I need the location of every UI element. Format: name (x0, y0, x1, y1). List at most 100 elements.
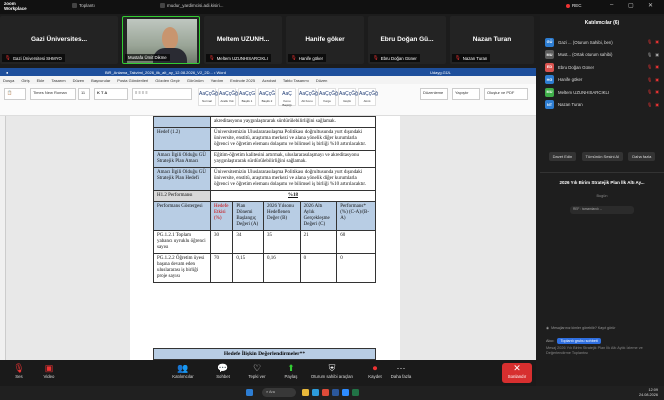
style-heading-1[interactable]: AaÇçG Başlık 1 (238, 88, 256, 106)
style-no-spacing[interactable]: AaÇçĞğ Aralık Yok (218, 88, 238, 106)
zoom-icon[interactable] (342, 389, 349, 396)
paste-button[interactable]: 📋 (4, 88, 26, 100)
video-icon[interactable]: ▣ (655, 52, 659, 57)
mic-off-icon[interactable]: 🎙 (647, 77, 652, 82)
chat-file-attachment[interactable]: REF : tamamlandı ... (570, 206, 634, 214)
video-tile[interactable]: Hanife göker 🎙 Hanife göker (286, 16, 364, 64)
document-area[interactable]: akreditasyonu yaygınlaştırarak sürdürüle… (0, 116, 536, 360)
participant-item[interactable]: ED Ebru Doğan Güner 🎙 ▣ (540, 61, 664, 74)
participant-item[interactable]: HG Hanife göker 🎙 ▣ (540, 74, 664, 87)
menu-item[interactable]: Ekle (37, 78, 45, 83)
people-icon: 👥 (177, 363, 189, 373)
menu-item[interactable]: Tablo Tasarımı (283, 78, 309, 83)
maximize-icon[interactable]: ▢ (628, 2, 634, 9)
edge-icon[interactable] (312, 389, 319, 396)
phone-hangup-icon: ✕ (513, 363, 521, 373)
more-button[interactable]: ··· Daha fazla (384, 363, 418, 379)
meeting-tab[interactable]: Toplantı (72, 3, 95, 8)
more-button[interactable]: Daha fazla (628, 152, 656, 161)
video-tile[interactable]: Ebru Doğan Gü... 🎙 Ebru Doğan Güner (368, 16, 446, 64)
video-off-icon[interactable]: ▣ (655, 39, 659, 44)
participant-item[interactable]: NT Nazan Turan 🎙 ▣ (540, 99, 664, 112)
mic-off-icon[interactable]: 🎙 (647, 89, 652, 94)
participants-button[interactable]: 👥 Katılımcılar (166, 363, 200, 379)
menu-item[interactable]: Acrobat (262, 78, 276, 83)
chat-visibility-note[interactable]: ◉ Mesajlarınız kimler görebilir? Kayıt gö… (546, 326, 658, 330)
file-explorer-icon[interactable] (302, 389, 309, 396)
participant-item[interactable]: MU Meltem UZUNHISARCIKLI 🎙 ▣ (540, 86, 664, 99)
video-off-icon[interactable]: ▣ (655, 89, 659, 94)
video-off-icon[interactable]: ▣ (655, 77, 659, 82)
minimize-icon[interactable]: – (610, 2, 613, 8)
taskbar-search[interactable]: ⌕ Ara (262, 388, 296, 397)
excel-icon[interactable] (352, 389, 359, 396)
mic-off-icon[interactable]: 🎙 (647, 39, 652, 44)
video-off-icon[interactable]: ▣ (655, 102, 659, 107)
document-page[interactable]: akreditasyonu yaygınlaştırarak sürdürüle… (130, 116, 400, 360)
style-strong[interactable]: AaÇçĞğ Güçlü (338, 88, 358, 106)
menu-item[interactable]: Görünüm (187, 78, 204, 83)
menu-item[interactable]: Düzen (316, 78, 328, 83)
windows-start-icon[interactable] (246, 389, 253, 396)
browser-tab[interactable]: mudur_yardimcisi.adi.kisiri... (160, 3, 224, 8)
participant-item[interactable]: GÜ Gazi ... (Oturum Sahibi, ben) 🎙 ▣ (540, 36, 664, 49)
mic-icon[interactable]: 🎙 (647, 52, 652, 57)
format-buttons[interactable]: K T A (94, 88, 128, 100)
style-heading-2[interactable]: AaÇçĞ Başlık 2 (258, 88, 276, 106)
system-clock[interactable]: 12:09 24.08.2026 (639, 388, 658, 397)
video-button[interactable]: ▣ Video (32, 363, 66, 379)
menu-item[interactable]: Tasarım (51, 78, 65, 83)
host-tools-button[interactable]: ⛨ Oturum sahibi araçları (302, 363, 362, 379)
video-tile[interactable]: Meltem UZUNH... 🎙 Meltem UZUNHISARCIKLI (204, 16, 282, 64)
participant-list: GÜ Gazi ... (Oturum Sahibi, ben) 🎙 ▣ MU M… (540, 36, 664, 111)
recipient-select[interactable]: Toplantı grubu sohbeti (557, 338, 601, 344)
react-button[interactable]: ♡ Tepki ver (240, 363, 274, 379)
chat-date: Bugün (596, 194, 608, 198)
end-meeting-button[interactable]: ✕ Sonlandır (502, 363, 532, 383)
recording-indicator[interactable]: REC (566, 3, 582, 8)
chat-input[interactable]: Mesaj 2026 Yılı Birim Stratejik Plan İlk… (546, 346, 658, 356)
style-title[interactable]: AaÇ Konu Başlığı (278, 88, 296, 107)
style-normal[interactable]: AaÇçĞğ Normal (198, 88, 218, 106)
video-off-icon[interactable]: ▣ (655, 64, 659, 69)
paragraph-buttons[interactable]: ≡ ≡ ≡ ≡ (132, 88, 192, 100)
menu-item[interactable]: Gözden Geçir (155, 78, 180, 83)
chrome-icon[interactable] (322, 389, 329, 396)
font-name-select[interactable]: Times New Roman (30, 88, 76, 100)
style-emphasis[interactable]: AaÇçĞğ Vurgu (318, 88, 338, 106)
mic-off-icon[interactable]: 🎙 (647, 64, 652, 69)
video-tile[interactable]: Nazan Turan 🎙 Nazan Turan (450, 16, 534, 64)
participant-actions: Davet Edin Tümünün Sesini Al Daha fazla (540, 152, 664, 161)
table-header-row: Performans Göstergesi Hedefe Etkisi (%) … (152, 201, 376, 231)
invite-button[interactable]: Davet Edin (548, 152, 577, 161)
video-tile[interactable]: Gazi Üniversites... 🎙 Gazi Üniversitesi S… (0, 16, 118, 64)
create-pdf-button[interactable]: Oluştur ve PDF (484, 88, 528, 100)
video-tile-active-speaker[interactable]: Mustafa Ümit Dikme (122, 16, 200, 64)
video-strip: Gazi Üniversites... 🎙 Gazi Üniversitesi S… (0, 16, 536, 64)
mute-all-button[interactable]: Tümünün Sesini Al (581, 152, 623, 161)
close-icon[interactable]: ✕ (648, 2, 653, 9)
word-icon[interactable] (332, 389, 339, 396)
audio-button[interactable]: 🎙 Ses (2, 363, 36, 379)
shared-screen[interactable]: ● BiR_Anlama_Takvimi_2026_ilk_alt_ay_12.… (0, 68, 536, 360)
chat-button[interactable]: 💬 Sohbet (206, 363, 240, 379)
style-quote[interactable]: AaÇçĞğ Alıntı (358, 88, 378, 106)
zoom-window: zoom Workplace Toplantı mudur_yardimcisi… (0, 0, 664, 400)
participant-item[interactable]: MU Must... (Ortak oturum sahibi) 🎙 ▣ (540, 49, 664, 62)
mic-off-icon[interactable]: 🎙 (647, 102, 652, 107)
menu-item[interactable]: Yardım (211, 78, 224, 83)
menu-item[interactable]: Düzen (73, 78, 85, 83)
menu-item[interactable]: Posta Gönderileri (117, 78, 148, 83)
menu-item[interactable]: Dosya (3, 78, 14, 83)
mic-off-icon: 🎙 (455, 55, 461, 60)
menu-item[interactable]: Endnote 2025 (230, 78, 255, 83)
more-icon: ··· (396, 363, 406, 373)
menu-item[interactable]: Giriş (21, 78, 29, 83)
editing-button[interactable]: Düzenleme (420, 88, 448, 100)
table-row: PG.1.2.1 Toplam yabancı uyruklu öğrenci … (152, 230, 376, 254)
dictate-button[interactable]: Yapıştır (452, 88, 480, 100)
menu-item[interactable]: Başvurular (91, 78, 110, 83)
style-subtitle[interactable]: AaÇçĞğ Alt Konu (298, 88, 318, 106)
font-size-select[interactable]: 11 (78, 88, 90, 100)
autosave-icon[interactable]: ● (6, 70, 8, 75)
